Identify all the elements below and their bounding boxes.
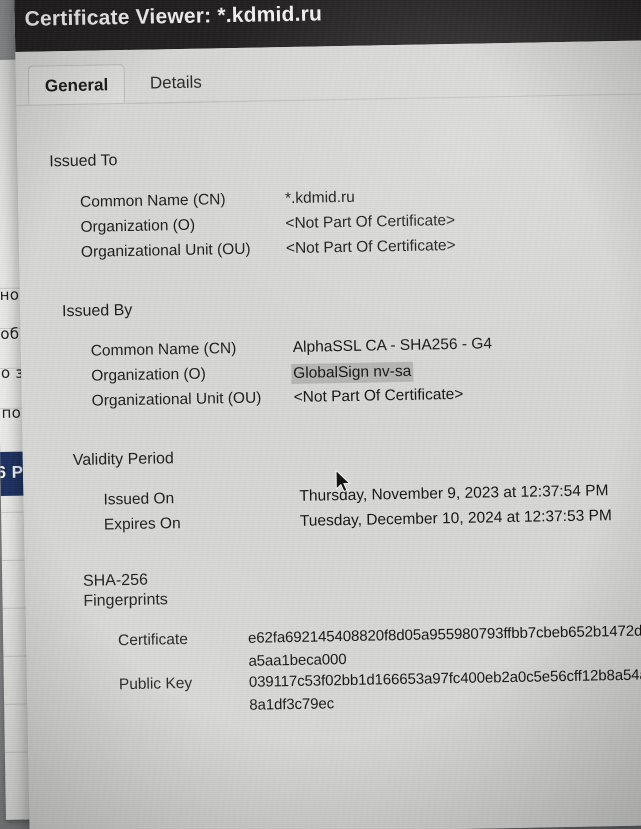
section-title-fingerprints: Fingerprints [83,591,168,610]
general-tab-content: Issued To Common Name (CN) *.kdmid.ru Or… [16,96,641,829]
label-issued-to-organizational-unit: Organizational Unit (OU) [80,240,251,261]
label-issued-to-common-name: Common Name (CN) [79,191,226,211]
value-issued-by-organization[interactable]: GlobalSign nv-sa [291,361,414,384]
value-fingerprint-public-key-line1[interactable]: 039117c53f02bb1d166653a97fc400eb2a0c5e56… [249,666,641,691]
label-fingerprint-public-key: Public Key [118,674,193,694]
photographed-screen-scene: но об о з пор 6 P Certificate Viewer: *.… [0,0,641,829]
value-fingerprint-public-key-line2[interactable]: 8a1df3c79ec [249,695,334,714]
certificate-viewer-dialog: Certificate Viewer: *.kdmid.ru General D… [14,0,641,829]
value-issued-by-common-name[interactable]: AlphaSSL CA - SHA256 - G4 [293,335,493,357]
dialog-body: General Details Issued To Common Name (C… [15,39,641,829]
background-banner-label: 6 P [0,462,24,483]
tab-details[interactable]: Details [133,62,219,104]
value-fingerprint-certificate-line1[interactable]: e62fa692145408820f8d05a955980793ffbb7cbe… [248,622,641,647]
dialog-title: Certificate Viewer: *.kdmid.ru [24,2,323,31]
value-issued-to-organization[interactable]: <Not Part Of Certificate> [285,212,455,233]
tab-general[interactable]: General [27,63,126,106]
label-issued-by-organization: Organization (O) [91,365,206,385]
background-text-fragment-1: но [0,285,20,304]
section-title-sha256: SHA-256 [82,571,149,590]
value-issued-by-organizational-unit[interactable]: <Not Part Of Certificate> [294,386,464,407]
value-expires-on[interactable]: Tuesday, December 10, 2024 at 12:37:53 P… [300,507,612,531]
section-title-validity-period: Validity Period [72,450,175,470]
label-issued-on: Issued On [103,490,175,509]
background-text-fragment-2: об [0,324,20,343]
value-issued-on[interactable]: Thursday, November 9, 2023 at 12:37:54 P… [299,482,608,506]
value-issued-to-organizational-unit[interactable]: <Not Part Of Certificate> [286,237,456,258]
label-fingerprint-certificate: Certificate [117,630,189,650]
label-issued-by-common-name: Common Name (CN) [90,339,237,360]
section-title-issued-to: Issued To [49,152,118,171]
label-issued-by-organizational-unit: Organizational Unit (OU) [91,389,262,410]
value-fingerprint-certificate-line2[interactable]: a5aa1beca000 [248,651,346,670]
section-title-issued-by: Issued By [61,301,133,321]
label-issued-to-organization: Organization (O) [80,216,196,236]
value-issued-to-common-name[interactable]: *.kdmid.ru [285,189,355,208]
label-expires-on: Expires On [103,515,181,534]
